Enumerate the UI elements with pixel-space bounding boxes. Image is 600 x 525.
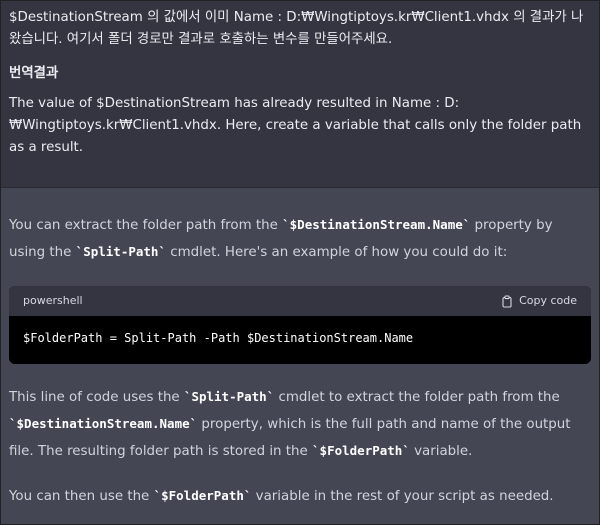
chat-window: $DestinationStream 의 값에서 이미 Name : D:₩Wi…: [0, 0, 600, 525]
text-span: variable.: [409, 444, 473, 459]
text-span: cmdlet. Here's an example of how you cou…: [165, 245, 508, 260]
inline-code: `$FolderPath`: [153, 488, 252, 503]
assistant-message: You can extract the folder path from the…: [1, 188, 599, 510]
text-span: variable in the rest of your script as n…: [251, 489, 554, 504]
text-span: This line of code uses the: [9, 390, 184, 405]
assistant-paragraph-1: You can extract the folder path from the…: [9, 212, 591, 266]
text-span: You can then use the: [9, 489, 154, 504]
assistant-paragraph-2: This line of code uses the `Split-Path` …: [9, 384, 591, 465]
user-message: $DestinationStream 의 값에서 이미 Name : D:₩Wi…: [1, 1, 599, 188]
copy-code-button[interactable]: Copy code: [501, 288, 577, 314]
inline-code: `$DestinationStream.Name`: [9, 416, 198, 431]
assistant-paragraph-3: You can then use the `$FolderPath` varia…: [9, 483, 591, 510]
translation-heading: 번역결과: [9, 66, 59, 81]
inline-code: `Split-Path`: [75, 244, 166, 259]
code-block: powershell Copy code $FolderPath = Split…: [9, 286, 591, 364]
inline-code: `$DestinationStream.Name`: [282, 217, 471, 232]
text-span: You can extract the folder path from the: [9, 218, 283, 233]
inline-code: `Split-Path`: [183, 389, 275, 404]
user-message-english: The value of $DestinationStream has alre…: [9, 96, 582, 155]
user-message-korean: $DestinationStream 의 값에서 이미 Name : D:₩Wi…: [9, 10, 584, 47]
clipboard-icon: [502, 294, 512, 308]
copy-code-label: Copy code: [519, 294, 577, 307]
code-block-header: powershell Copy code: [9, 286, 591, 316]
inline-code: `$FolderPath`: [312, 443, 410, 458]
code-language-label: powershell: [23, 294, 83, 307]
text-span: cmdlet to extract the folder path from t…: [274, 390, 560, 405]
code-content: $FolderPath = Split-Path -Path $Destinat…: [23, 331, 414, 345]
